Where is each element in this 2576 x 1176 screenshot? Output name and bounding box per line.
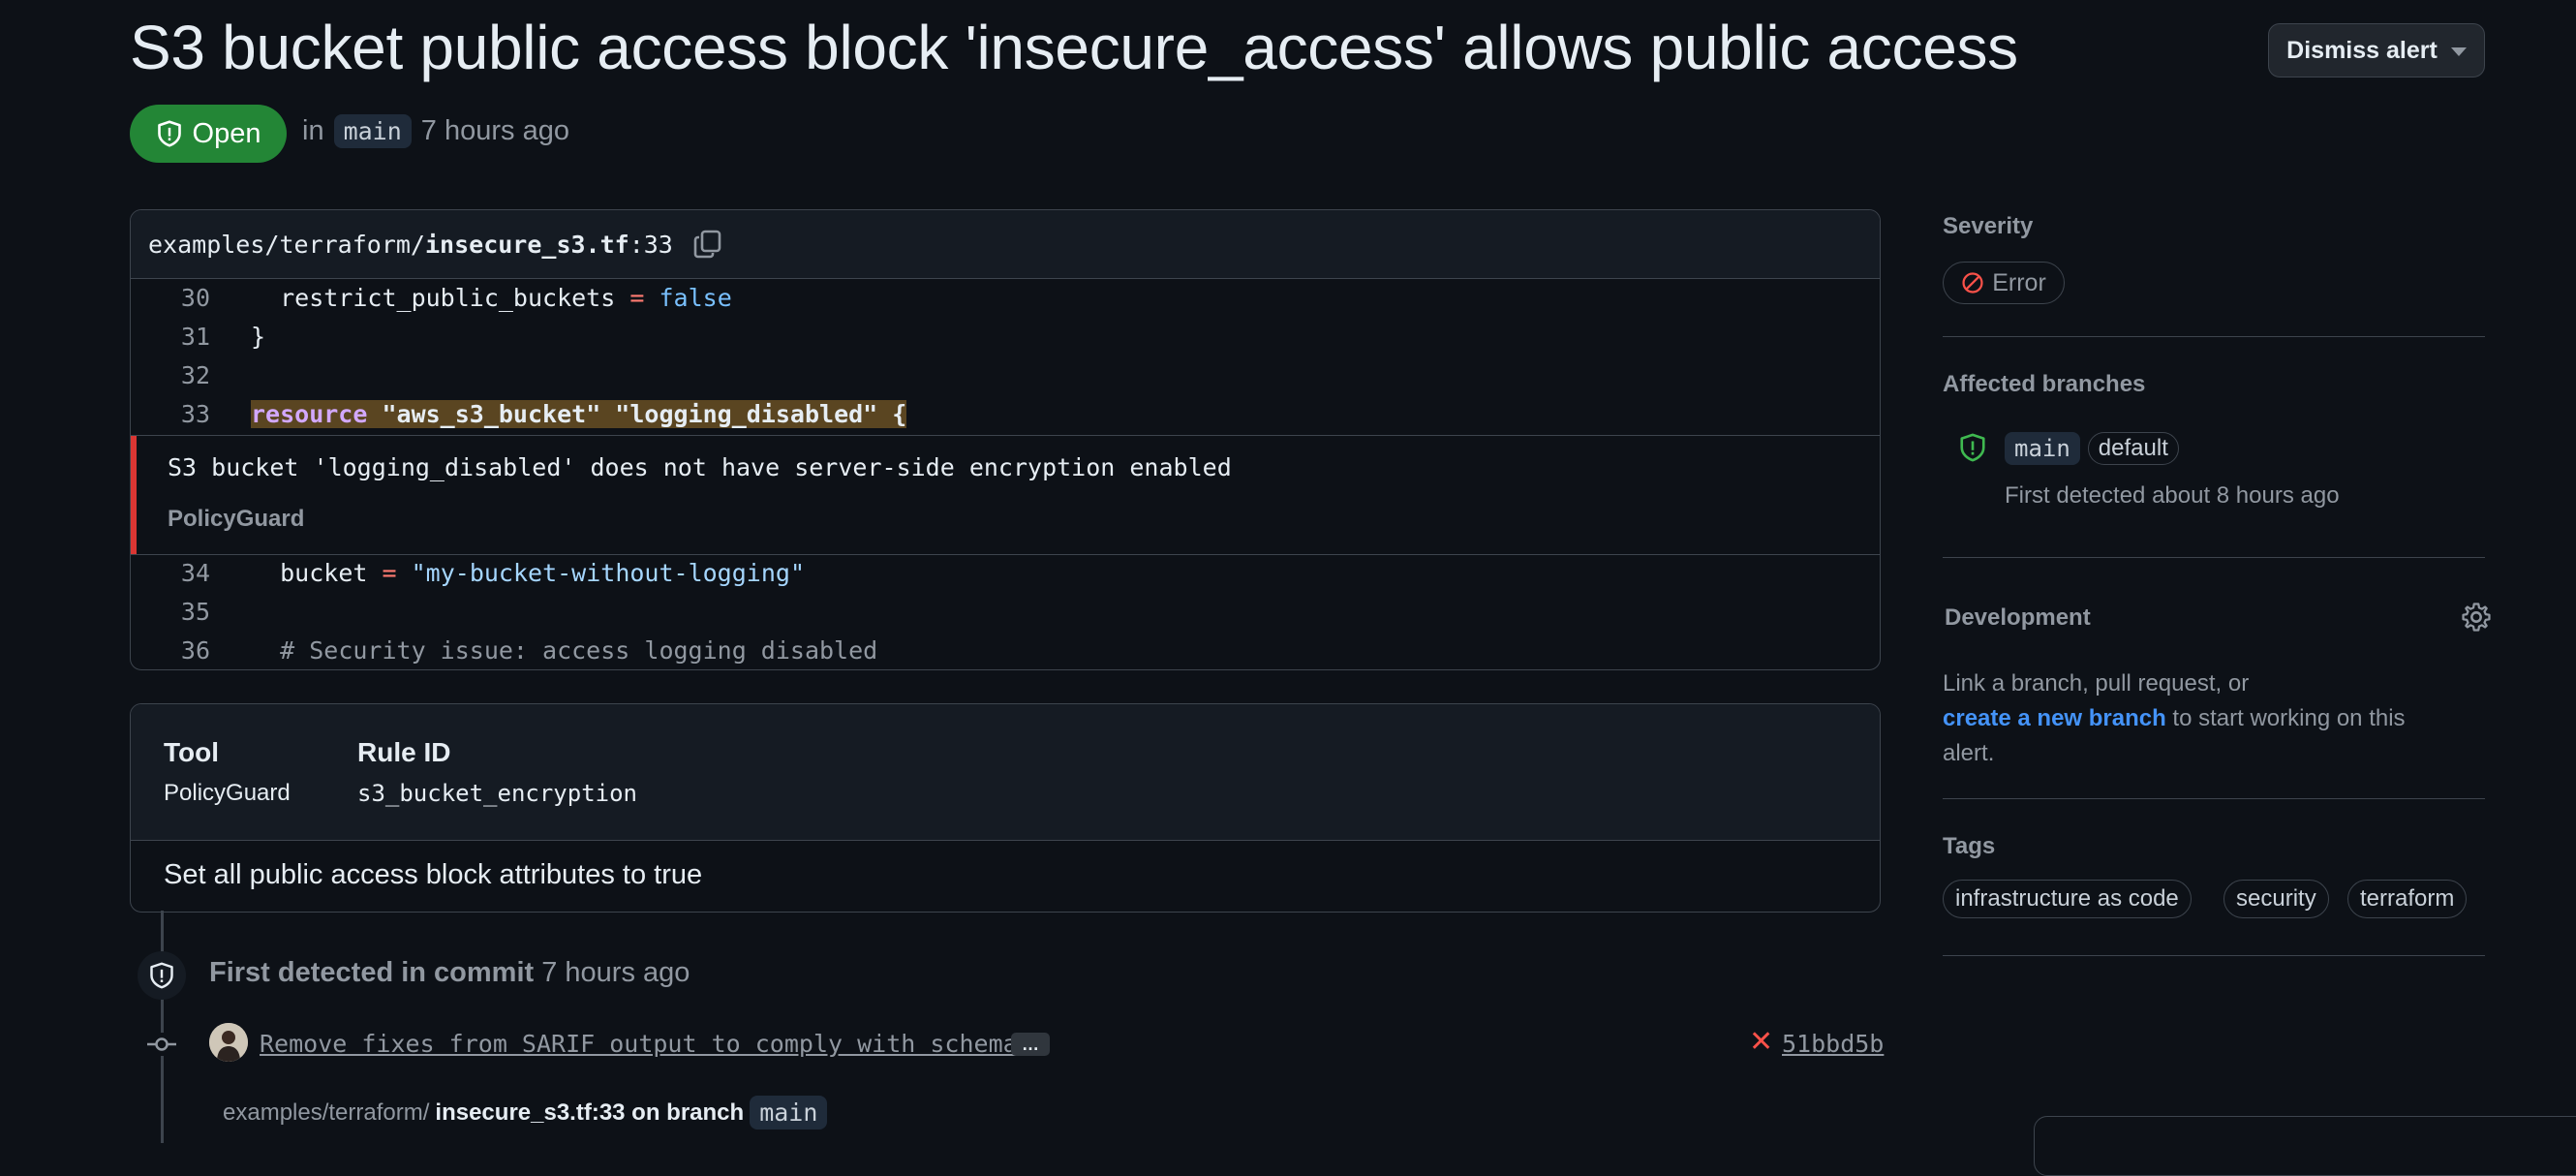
line-number: 31 — [180, 322, 210, 351]
git-commit-icon — [147, 1033, 176, 1056]
file-path[interactable]: examples/terraform/insecure_s3.tf:33 — [148, 231, 673, 259]
stop-icon — [1962, 272, 1983, 294]
tag-pill[interactable]: security — [2223, 880, 2329, 918]
code-token: "aws_s3_bucket" "logging_disabled" { — [367, 399, 907, 428]
file-line: :33 — [629, 230, 673, 259]
code-line: 32 — [131, 356, 1880, 394]
rule-description: Set all public access block attributes t… — [164, 859, 703, 890]
tags-heading: Tags — [1943, 833, 1996, 859]
development-text: Link a branch, pull request, or create a… — [1943, 666, 2485, 771]
alert-annotation: S3 bucket 'logging_disabled' does not ha… — [131, 435, 1880, 555]
code-snippet: examples/terraform/insecure_s3.tf:33 30 … — [130, 209, 1881, 670]
development-heading: Development — [1945, 604, 2091, 631]
rule-details-header: Tool PolicyGuard Rule ID s3_bucket_encry… — [131, 704, 1880, 841]
line-number: 36 — [180, 635, 210, 665]
sidebar-divider — [1943, 557, 2485, 558]
in-label: in — [302, 115, 324, 146]
dismiss-alert-label: Dismiss alert — [2286, 36, 2438, 64]
status-badge: Open — [130, 105, 287, 163]
commit-location: examples/terraform/ insecure_s3.tf:33 on… — [223, 1096, 828, 1130]
development-text-part: Link a branch, pull request, or — [1943, 670, 2250, 696]
branch-chip[interactable]: main — [333, 114, 412, 148]
sidebar-divider — [1943, 336, 2485, 337]
severity-heading: Severity — [1943, 213, 2034, 239]
file-path-prefix: examples/terraform/ — [148, 230, 425, 259]
file-name: insecure_s3.tf — [424, 230, 629, 259]
branch-detected-text: First detected about 8 hours ago — [2005, 482, 2340, 509]
line-content: restrict_public_buckets = false — [210, 284, 732, 312]
code-token: = — [629, 283, 645, 312]
branch-chip[interactable]: main — [750, 1096, 828, 1130]
line-content: resource "aws_s3_bucket" "logging_disabl… — [210, 399, 907, 428]
commit-sha-link[interactable]: 51bbd5b — [1782, 1030, 1884, 1058]
sidebar-divider — [1943, 955, 2485, 956]
alert-time: 7 hours ago — [420, 115, 569, 146]
alert-meta: in main 7 hours ago — [302, 114, 569, 148]
affected-branch: main default — [2005, 432, 2179, 465]
default-branch-badge: default — [2087, 432, 2179, 465]
code-token: resource — [251, 399, 368, 428]
affected-branches-heading: Affected branches — [1943, 371, 2146, 397]
timeline-shield-icon — [138, 951, 186, 1000]
code-line: 31 } — [131, 317, 1880, 356]
rule-id-value: s3_bucket_encryption — [357, 780, 637, 807]
expand-commit-button[interactable]: … — [1011, 1033, 1050, 1056]
timeline-line — [161, 911, 164, 1143]
avatar[interactable] — [209, 1023, 248, 1062]
code-file-header: examples/terraform/insecure_s3.tf:33 — [131, 210, 1880, 279]
branch-chip[interactable]: main — [2005, 432, 2080, 465]
check-failed-icon[interactable]: ✕ — [1749, 1025, 1773, 1059]
line-number: 33 — [180, 399, 210, 428]
line-number: 35 — [180, 597, 210, 626]
line-number: 32 — [180, 360, 210, 389]
tag-pill[interactable]: infrastructure as code — [1943, 880, 2192, 918]
line-content: } — [251, 322, 266, 351]
floating-panel-edge — [2034, 1116, 2576, 1176]
alert-severity-bar — [131, 436, 137, 554]
tool-value: PolicyGuard — [164, 780, 291, 806]
code-token: = — [382, 558, 397, 587]
code-token: bucket — [280, 558, 368, 587]
detected-time: 7 hours ago — [541, 957, 690, 988]
code-comment: # Security issue: access logging disable… — [280, 635, 878, 665]
code-token: false — [659, 283, 732, 312]
alert-message: S3 bucket 'logging_disabled' does not ha… — [168, 453, 1232, 481]
tool-heading: Tool — [164, 737, 220, 767]
detected-label: First detected in commit — [209, 957, 535, 988]
code-line: 35 — [131, 592, 1880, 631]
rule-id-heading: Rule ID — [357, 737, 451, 767]
code-line: 34 bucket = "my-bucket-without-logging" — [131, 553, 1880, 592]
commit-path-file: insecure_s3.tf:33 on branch — [435, 1099, 745, 1126]
commit-message-link[interactable]: Remove fixes from SARIF output to comply… — [260, 1030, 1018, 1058]
dismiss-alert-button[interactable]: Dismiss alert — [2268, 23, 2485, 77]
copy-icon[interactable] — [692, 229, 723, 260]
create-branch-link[interactable]: create a new branch — [1943, 705, 2166, 731]
line-number: 34 — [180, 558, 210, 587]
shield-check-icon — [1958, 432, 1987, 468]
page-title: S3 bucket public access block 'insecure_… — [130, 13, 2018, 82]
status-label: Open — [192, 117, 261, 149]
alert-tool: PolicyGuard — [168, 506, 305, 532]
code-token: restrict_public_buckets — [280, 283, 616, 312]
tag-pill[interactable]: terraform — [2347, 880, 2468, 918]
development-text-part: to start working on this — [2165, 705, 2406, 731]
rule-details: Tool PolicyGuard Rule ID s3_bucket_encry… — [130, 703, 1881, 913]
code-line: 36 # Security issue: access logging disa… — [131, 631, 1880, 669]
line-content: bucket = "my-bucket-without-logging" — [210, 559, 805, 587]
shield-icon — [150, 962, 173, 989]
severity-value: Error — [1992, 268, 2046, 296]
line-number: 30 — [180, 283, 210, 312]
commit-path-prefix: examples/terraform/ — [223, 1099, 430, 1126]
code-line-highlighted: 33 resource "aws_s3_bucket" "logging_dis… — [131, 394, 1880, 433]
line-content: # Security issue: access logging disable… — [210, 636, 877, 665]
code-line: 30 restrict_public_buckets = false — [131, 278, 1880, 317]
severity-badge: Error — [1943, 262, 2065, 304]
gear-icon[interactable] — [2460, 601, 2493, 638]
timeline-heading: First detected in commit 7 hours ago — [209, 957, 690, 989]
caret-down-icon — [2450, 47, 2467, 56]
sidebar-divider — [1943, 798, 2485, 799]
shield-icon — [157, 120, 181, 147]
code-token: "my-bucket-without-logging" — [411, 558, 805, 587]
development-text-part: alert. — [1943, 740, 1995, 766]
